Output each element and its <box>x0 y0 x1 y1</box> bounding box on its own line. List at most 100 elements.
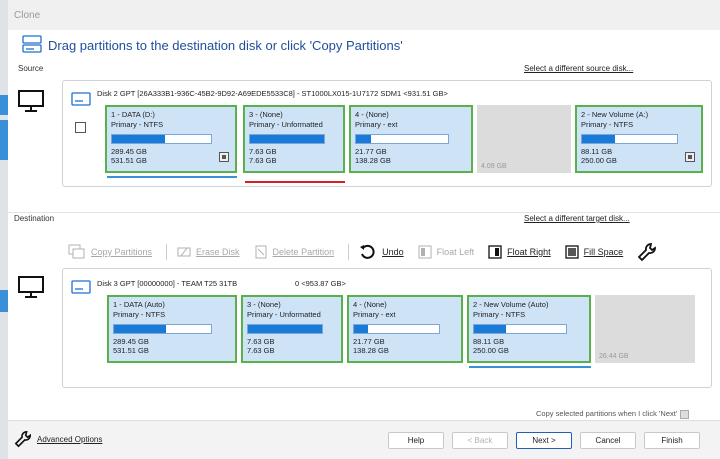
destination-disk-panel: Disk 3 GPT [00000000] - TEAM T25 31TB 0 … <box>62 268 712 388</box>
copy-on-next-checkbox[interactable] <box>680 409 690 419</box>
usage-fill <box>250 135 324 143</box>
error-underline <box>245 181 345 183</box>
partition-type: Primary - ext <box>353 310 396 319</box>
source-partition-ext[interactable]: 4 - (None) Primary - ext 21.77 GB 138.28… <box>349 105 473 173</box>
partition-properties-icon[interactable] <box>219 152 229 162</box>
cancel-button[interactable]: Cancel <box>580 432 636 449</box>
usage-bar <box>113 324 213 334</box>
partition-type: Primary - NTFS <box>111 120 164 129</box>
usage-fill <box>474 325 507 333</box>
unallocated-size: 26.44 GB <box>599 353 629 360</box>
partition-type: Primary - NTFS <box>473 310 526 319</box>
source-partition-unformatted[interactable]: 3 - (None) Primary - Unformatted 7.63 GB… <box>243 105 345 173</box>
copy-partitions-button[interactable]: Copy Partitions <box>68 244 152 260</box>
partition-used: 289.45 GB <box>113 337 149 346</box>
toolbar-separator <box>166 244 168 260</box>
usage-bar <box>581 134 679 144</box>
destination-disk-title: Disk 3 GPT [00000000] - TEAM T25 31TB <box>97 279 238 288</box>
select-target-disk-link[interactable]: Select a different target disk... <box>524 214 630 223</box>
partition-total: 531.51 GB <box>113 346 149 355</box>
destination-partition-ext[interactable]: 4 - (None) Primary - ext 21.77 GB 138.28… <box>347 295 463 363</box>
wrench-icon <box>14 430 32 448</box>
source-unallocated: 4.09 GB <box>477 105 571 173</box>
partition-name: 1 - DATA (D:) <box>111 110 155 119</box>
usage-bar <box>247 324 323 334</box>
copy-icon <box>68 244 85 259</box>
usage-bar <box>473 324 568 334</box>
undo-icon <box>360 244 375 259</box>
float-right-icon <box>488 245 502 259</box>
float-left-button[interactable]: Float Left <box>418 245 474 259</box>
source-partition-data[interactable]: 1 - DATA (D:) Primary - NTFS 289.45 GB 5… <box>105 105 237 173</box>
background-window-strip <box>0 0 8 459</box>
toolbar-separator <box>348 244 350 260</box>
undo-button[interactable]: Undo <box>359 243 404 261</box>
help-button[interactable]: Help <box>388 432 444 449</box>
partition-name: 2 - New Volume (Auto) <box>473 300 549 309</box>
partition-name: 1 - DATA (Auto) <box>113 300 165 309</box>
partition-total: 250.00 GB <box>473 346 509 355</box>
partition-total: 138.28 GB <box>353 346 389 355</box>
delete-icon <box>255 245 267 259</box>
destination-unallocated: 26.44 GB <box>595 295 695 363</box>
destination-partition-unformatted[interactable]: 3 - (None) Primary - Unformatted 7.63 GB… <box>241 295 343 363</box>
wrench-icon[interactable] <box>637 242 657 262</box>
partition-type: Primary - NTFS <box>581 120 634 129</box>
erase-icon <box>177 247 191 257</box>
disk-stack-icon <box>22 35 42 53</box>
window-title: Clone <box>14 10 41 21</box>
fill-space-icon <box>565 245 579 259</box>
partition-used: 21.77 GB <box>353 337 385 346</box>
header-text: Drag partitions to the destination disk … <box>48 37 403 53</box>
fill-space-button[interactable]: Fill Space <box>565 245 623 259</box>
back-button[interactable]: < Back <box>452 432 508 449</box>
usage-bar <box>111 134 212 144</box>
partition-type: Primary - Unformatted <box>249 120 323 129</box>
copy-on-next-option[interactable]: Copy selected partitions when I click 'N… <box>536 409 690 419</box>
disk-icon <box>71 92 91 106</box>
unallocated-size: 4.09 GB <box>481 163 507 170</box>
partition-type: Primary - NTFS <box>113 310 166 319</box>
partition-type: Primary - ext <box>355 120 398 129</box>
partition-name: 3 - (None) <box>247 300 281 309</box>
usage-fill <box>114 325 167 333</box>
partition-total: 531.51 GB <box>111 156 147 165</box>
partition-name: 4 - (None) <box>355 110 389 119</box>
destination-partition-new-volume[interactable]: 2 - New Volume (Auto) Primary - NTFS 88.… <box>467 295 591 363</box>
usage-fill <box>354 325 368 333</box>
delete-partition-button[interactable]: Delete Partition <box>254 245 334 259</box>
next-button[interactable]: Next > <box>516 432 572 449</box>
usage-bar <box>355 134 450 144</box>
partition-name: 4 - (None) <box>353 300 387 309</box>
float-right-button[interactable]: Float Right <box>488 245 551 259</box>
source-disk-title: Disk 2 GPT [26A333B1-936C-45B2-9D92-A69E… <box>97 89 448 98</box>
select-source-disk-link[interactable]: Select a different source disk... <box>524 64 633 73</box>
selection-underline <box>107 176 237 178</box>
selection-underline <box>469 366 591 368</box>
partition-properties-icon[interactable] <box>685 152 695 162</box>
usage-bar <box>353 324 441 334</box>
partition-name: 2 - New Volume (A:) <box>581 110 649 119</box>
destination-partition-data[interactable]: 1 - DATA (Auto) Primary - NTFS 289.45 GB… <box>107 295 237 363</box>
partition-used: 289.45 GB <box>111 147 147 156</box>
title-bar: Clone <box>8 0 720 30</box>
usage-fill <box>248 325 322 333</box>
partition-used: 21.77 GB <box>355 147 387 156</box>
destination-disk-size: 0 <953.87 GB> <box>295 279 346 288</box>
advanced-options-link[interactable]: Advanced Options <box>14 430 102 448</box>
usage-fill <box>582 135 616 143</box>
monitor-icon <box>18 276 44 298</box>
usage-bar <box>249 134 325 144</box>
destination-label: Destination <box>14 214 55 223</box>
source-partition-new-volume[interactable]: 2 - New Volume (A:) Primary - NTFS 88.11… <box>575 105 703 173</box>
partition-type: Primary - Unformatted <box>247 310 321 319</box>
monitor-icon <box>18 90 44 112</box>
source-disk-panel: Disk 2 GPT [26A333B1-936C-45B2-9D92-A69E… <box>62 80 712 187</box>
partition-used: 7.63 GB <box>247 337 275 346</box>
erase-disk-button[interactable]: Erase Disk <box>177 245 240 259</box>
finish-button[interactable]: Finish <box>644 432 700 449</box>
source-select-checkbox[interactable] <box>75 122 86 133</box>
partition-total: 138.28 GB <box>355 156 391 165</box>
section-divider <box>8 212 720 213</box>
advanced-options-label: Advanced Options <box>37 434 103 444</box>
